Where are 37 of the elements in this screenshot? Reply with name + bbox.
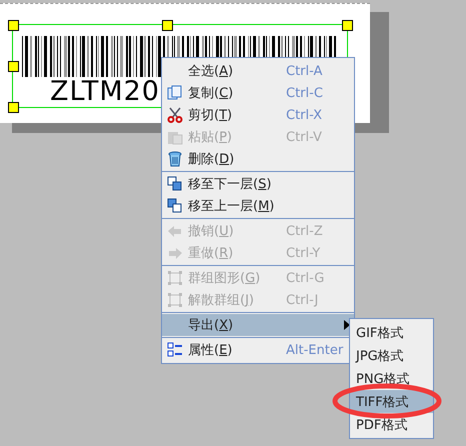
layers-icon <box>167 198 183 214</box>
resize-handle[interactable] <box>162 20 173 31</box>
undo-icon <box>167 223 183 239</box>
menu-item[interactable]: PDF格式 <box>350 413 433 436</box>
resize-handle[interactable] <box>8 102 19 113</box>
resize-handle[interactable] <box>342 20 353 31</box>
menu-item[interactable]: PNG格式 <box>350 367 433 390</box>
menu-item[interactable]: 移至上一层(M) <box>162 195 354 217</box>
layers-icon <box>167 176 183 192</box>
menu-item[interactable]: 全选(A) Ctrl-A <box>162 60 354 82</box>
properties-icon <box>167 342 183 358</box>
trash-icon <box>167 151 183 167</box>
menu-item[interactable]: TIFF格式 <box>350 390 433 413</box>
resize-handle[interactable] <box>8 61 19 72</box>
scissors-icon <box>167 107 183 123</box>
shortcut-text: Alt-Enter <box>286 342 344 358</box>
barcode-text: ZLTM20 <box>50 77 160 107</box>
paste-icon <box>167 129 183 145</box>
shortcut-text: Ctrl-J <box>286 292 318 308</box>
menu-item[interactable]: 剪切(T) Ctrl-X <box>162 104 354 126</box>
shortcut-text: Ctrl-A <box>286 64 322 78</box>
shortcut-text: Ctrl-X <box>286 108 322 122</box>
group-icon <box>167 292 183 308</box>
copy-icon <box>167 85 183 101</box>
group-icon <box>167 270 183 286</box>
redo-icon <box>167 245 183 261</box>
menu-item[interactable]: 移至下一层(S) <box>162 173 354 195</box>
resize-handle[interactable] <box>8 20 19 31</box>
shortcut-text: Ctrl-Z <box>286 224 323 238</box>
shortcut-text: Ctrl-G <box>286 270 324 286</box>
shortcut-text: Ctrl-C <box>286 86 323 100</box>
shortcut-text: Ctrl-V <box>286 130 322 144</box>
submenu-arrow-icon <box>344 320 350 330</box>
shortcut-text: Ctrl-Y <box>286 246 320 260</box>
menu-item[interactable]: 导出(X) <box>162 314 354 336</box>
menu-item[interactable]: 复制(C) Ctrl-C <box>162 82 354 104</box>
menu-item[interactable]: 删除(D) <box>162 148 354 170</box>
